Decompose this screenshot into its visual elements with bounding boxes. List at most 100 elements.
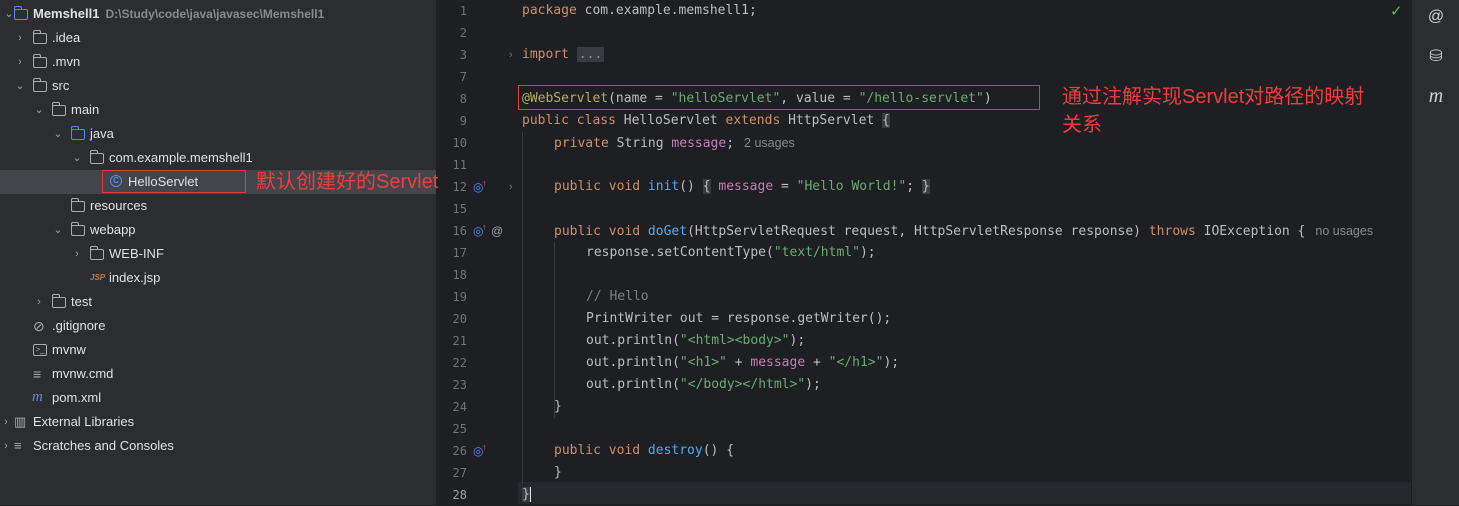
tree-item-scratches[interactable]: › ≡ Scratches and Consoles [0, 434, 436, 458]
code-line-1: package com.example.memshell1; [522, 0, 757, 22]
code-line-27: } [554, 462, 562, 484]
highlight-box-helloservlet [102, 170, 246, 193]
field: message [718, 179, 774, 194]
tree-item-web-inf[interactable]: › WEB-INF [0, 242, 436, 266]
tree-item-label: resources [90, 198, 148, 213]
chevron-down-icon[interactable]: ⌄ [14, 74, 26, 98]
chevron-down-icon[interactable]: ⌄ [33, 98, 45, 122]
indent-guide [522, 132, 523, 484]
usages-hint[interactable]: 2 usages [744, 136, 795, 150]
source-folder-icon [71, 126, 85, 141]
code-text: (HttpServletRequest request, HttpServlet… [687, 224, 1149, 239]
tree-item-mvn[interactable]: › .mvn [0, 50, 436, 74]
folder-icon [33, 54, 47, 69]
code-line-26: public void destroy() { [554, 440, 734, 462]
line-number: 10 [452, 136, 467, 150]
tree-item-external-libraries[interactable]: › ▥ External Libraries [0, 410, 436, 434]
code-text: ); [805, 377, 821, 392]
chevron-down-icon[interactable]: ⌄ [52, 122, 64, 146]
tree-item-index-jsp[interactable]: JSP index.jsp [0, 266, 436, 290]
tree-item-mvnw[interactable]: >_ mvnw [0, 338, 436, 362]
line-number: 26 [452, 444, 467, 458]
chevron-right-icon[interactable]: › [0, 410, 12, 434]
keyword: public void [554, 179, 641, 194]
endpoint-at-icon[interactable]: @ [491, 220, 503, 242]
collapsed-imports[interactable]: ... [576, 47, 605, 62]
code-editor[interactable]: package com.example.memshell1; import ..… [518, 0, 1411, 505]
maven-icon[interactable]: m [1426, 86, 1446, 106]
chevron-right-icon[interactable]: › [71, 242, 83, 266]
database-icon[interactable]: ⛁ [1426, 47, 1446, 67]
chevron-right-icon[interactable]: › [14, 26, 26, 50]
arrow-up-icon: ↑ [482, 442, 487, 452]
field: message [671, 136, 727, 151]
tree-item-label: External Libraries [33, 414, 135, 429]
line-number: 22 [452, 356, 467, 370]
usages-hint[interactable]: no usages [1315, 224, 1373, 238]
code-line-12: public void init() { message = "Hello Wo… [554, 176, 930, 198]
tree-item-test[interactable]: › test [0, 290, 436, 314]
string-literal: "<html><body>" [679, 333, 790, 348]
tree-item-src[interactable]: ⌄ src [0, 74, 436, 98]
keyword: private [554, 136, 609, 151]
gitignore-icon: ⊘ [33, 318, 45, 334]
string-literal: "<h1>" [679, 355, 727, 370]
code-line-22: out.println("<h1>" + message + "</h1>"); [586, 352, 899, 374]
code-text: out.println( [586, 333, 680, 348]
code-line-17: response.setContentType("text/html"); [586, 242, 876, 264]
tree-item-package[interactable]: ⌄ com.example.memshell1 [0, 146, 436, 170]
scratches-icon: ≡ [14, 438, 22, 453]
code-text: ); [859, 245, 876, 260]
folder-icon [52, 102, 66, 117]
project-panel: ⌄ Memshell1 D:\Study\code\java\javasec\Me… [0, 0, 437, 505]
chevron-right-icon[interactable]: › [0, 434, 12, 458]
annotation-default-servlet: 默认创建好的Servlet [256, 171, 439, 193]
code-line-24: } [554, 396, 562, 418]
root-name: Memshell1 [33, 6, 100, 21]
tree-item-pom[interactable]: m pom.xml [0, 386, 436, 410]
brace: } [921, 179, 930, 194]
code-text: HelloServlet [615, 113, 726, 128]
tree-item-resources[interactable]: resources [0, 194, 436, 218]
chevron-right-icon[interactable]: › [14, 50, 26, 74]
method-name: destroy [647, 443, 703, 458]
code-text: ; [906, 179, 915, 194]
tree-item-gitignore[interactable]: ⊘ .gitignore [0, 314, 436, 338]
tree-item-java[interactable]: ⌄ java [0, 122, 436, 146]
chevron-down-icon[interactable]: ⌄ [71, 146, 83, 170]
annotation-mapping-line2: 关系 [1062, 114, 1102, 136]
code-text: out.println( [586, 377, 680, 392]
code-text: out.println( [586, 355, 680, 370]
line-number: 27 [452, 466, 467, 480]
code-line-16: public void doGet(HttpServletRequest req… [554, 220, 1373, 242]
tree-item-webapp[interactable]: ⌄ webapp [0, 218, 436, 242]
code-text: IOException { [1195, 224, 1306, 239]
ai-assistant-spiral-icon[interactable]: @ [1426, 7, 1446, 27]
tree-item-label: com.example.memshell1 [109, 150, 253, 165]
code-line-28: } [522, 484, 531, 506]
chevron-down-icon[interactable]: ⌄ [52, 218, 64, 242]
tree-item-label: mvnw [52, 342, 86, 357]
terminal-file-icon: >_ [33, 344, 47, 356]
line-number: 11 [452, 158, 467, 172]
tree-root[interactable]: ⌄ Memshell1 D:\Study\code\java\javasec\Me… [0, 2, 436, 26]
method-name: init [647, 179, 680, 194]
inspection-ok-check-icon[interactable]: ✓ [1390, 2, 1403, 20]
code-text: + [805, 355, 829, 370]
line-number: 17 [452, 246, 467, 260]
annotation-mapping-line1: 通过注解实现Servlet对路径的映射 [1062, 86, 1365, 108]
tree-item-mvnw-cmd[interactable]: ≡ mvnw.cmd [0, 362, 436, 386]
tree-item-label: webapp [90, 222, 136, 237]
brace: { [702, 179, 711, 194]
line-number: 9 [459, 114, 467, 128]
text-file-icon: ≡ [33, 366, 42, 382]
line-number: 19 [452, 290, 467, 304]
line-number: 23 [452, 378, 467, 392]
arrow-up-icon: ↑ [482, 222, 487, 232]
code-text: com.example.memshell1; [576, 3, 757, 18]
field: message [750, 355, 806, 370]
tree-item-idea[interactable]: › .idea [0, 26, 436, 50]
chevron-right-icon[interactable]: › [33, 290, 45, 314]
tree-item-main[interactable]: ⌄ main [0, 98, 436, 122]
line-number: 2 [459, 26, 467, 40]
